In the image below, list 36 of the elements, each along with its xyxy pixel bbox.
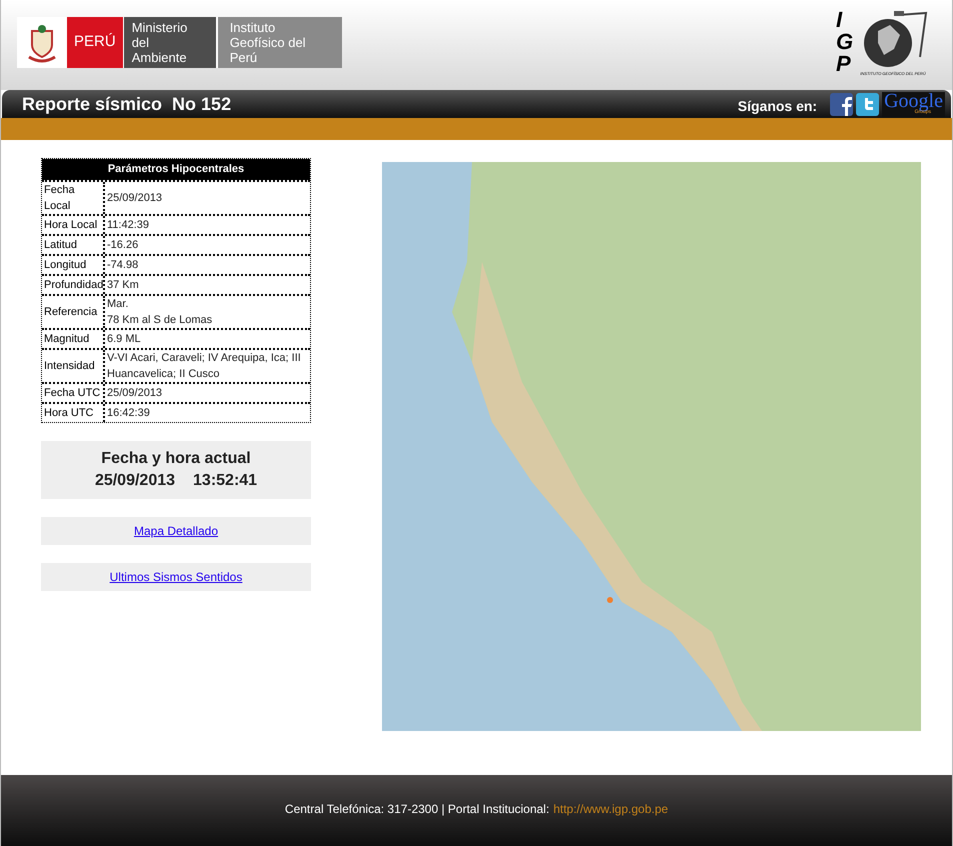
table-cell-text: V-VI Acari, Caraveli; IV Arequipa, Ica; III Huancavelica; II Cusco (106, 351, 302, 382)
table-cell: Longitud (42, 256, 105, 274)
page-title: Reporte sísmico No 152 (22, 92, 232, 116)
table-cell: Intensidad (42, 350, 105, 382)
table-cell-text: 25/09/2013 (106, 191, 164, 206)
table-cell-text: -74.98 (106, 258, 140, 273)
current-date: 25/09/2013 (94, 471, 176, 491)
table-cell: Hora Local (42, 216, 105, 234)
table-cell: Referencia (42, 296, 105, 328)
table-cell: Hora UTC (42, 404, 105, 422)
table-cell-text: -16.26 (106, 238, 140, 253)
institute-label: Instituto Geofísico del Perú (218, 17, 342, 68)
country-label: PERÚ (67, 17, 124, 68)
table-cell-text: 11:42:39 (106, 218, 150, 233)
report-link[interactable]: Ultimos Sismos Sentidos (110, 568, 242, 586)
current-time: 13:52:41 (193, 471, 258, 491)
igp-letters: IGP (836, 9, 854, 75)
table-cell-text: 25/09/2013 (106, 386, 164, 401)
table-cell: Latitud (42, 236, 105, 254)
table-cell: Profundidad (42, 276, 105, 294)
portal-link[interactable]: http://www.igp.gob.pe (553, 800, 668, 818)
table-title: Parámetros Hipocentrales (42, 159, 310, 180)
footer-text: Central Telefónica: 317-2300 | Portal Institucional: (284, 800, 550, 818)
table-cell-text: 6.9 ML (106, 332, 142, 347)
table-cell-text: 16:42:39 (106, 406, 151, 421)
coat-of-arms-icon (17, 17, 67, 68)
facebook-icon[interactable] (830, 92, 854, 116)
follow-label: Síganos en: (738, 96, 818, 116)
table-cell: Fecha Local (42, 182, 105, 214)
table-cell: Fecha UTC (42, 384, 105, 402)
table-cell-text: Mar. 78 Km al S de Lomas (106, 297, 214, 328)
current-time-title: Fecha y hora actual (101, 449, 251, 469)
table-cell: Magnitud (42, 330, 105, 348)
report-link[interactable]: Mapa Detallado (134, 522, 218, 540)
table-cell-text: 37 Km (106, 278, 140, 293)
ministry-label: Ministerio del Ambiente (124, 17, 218, 68)
